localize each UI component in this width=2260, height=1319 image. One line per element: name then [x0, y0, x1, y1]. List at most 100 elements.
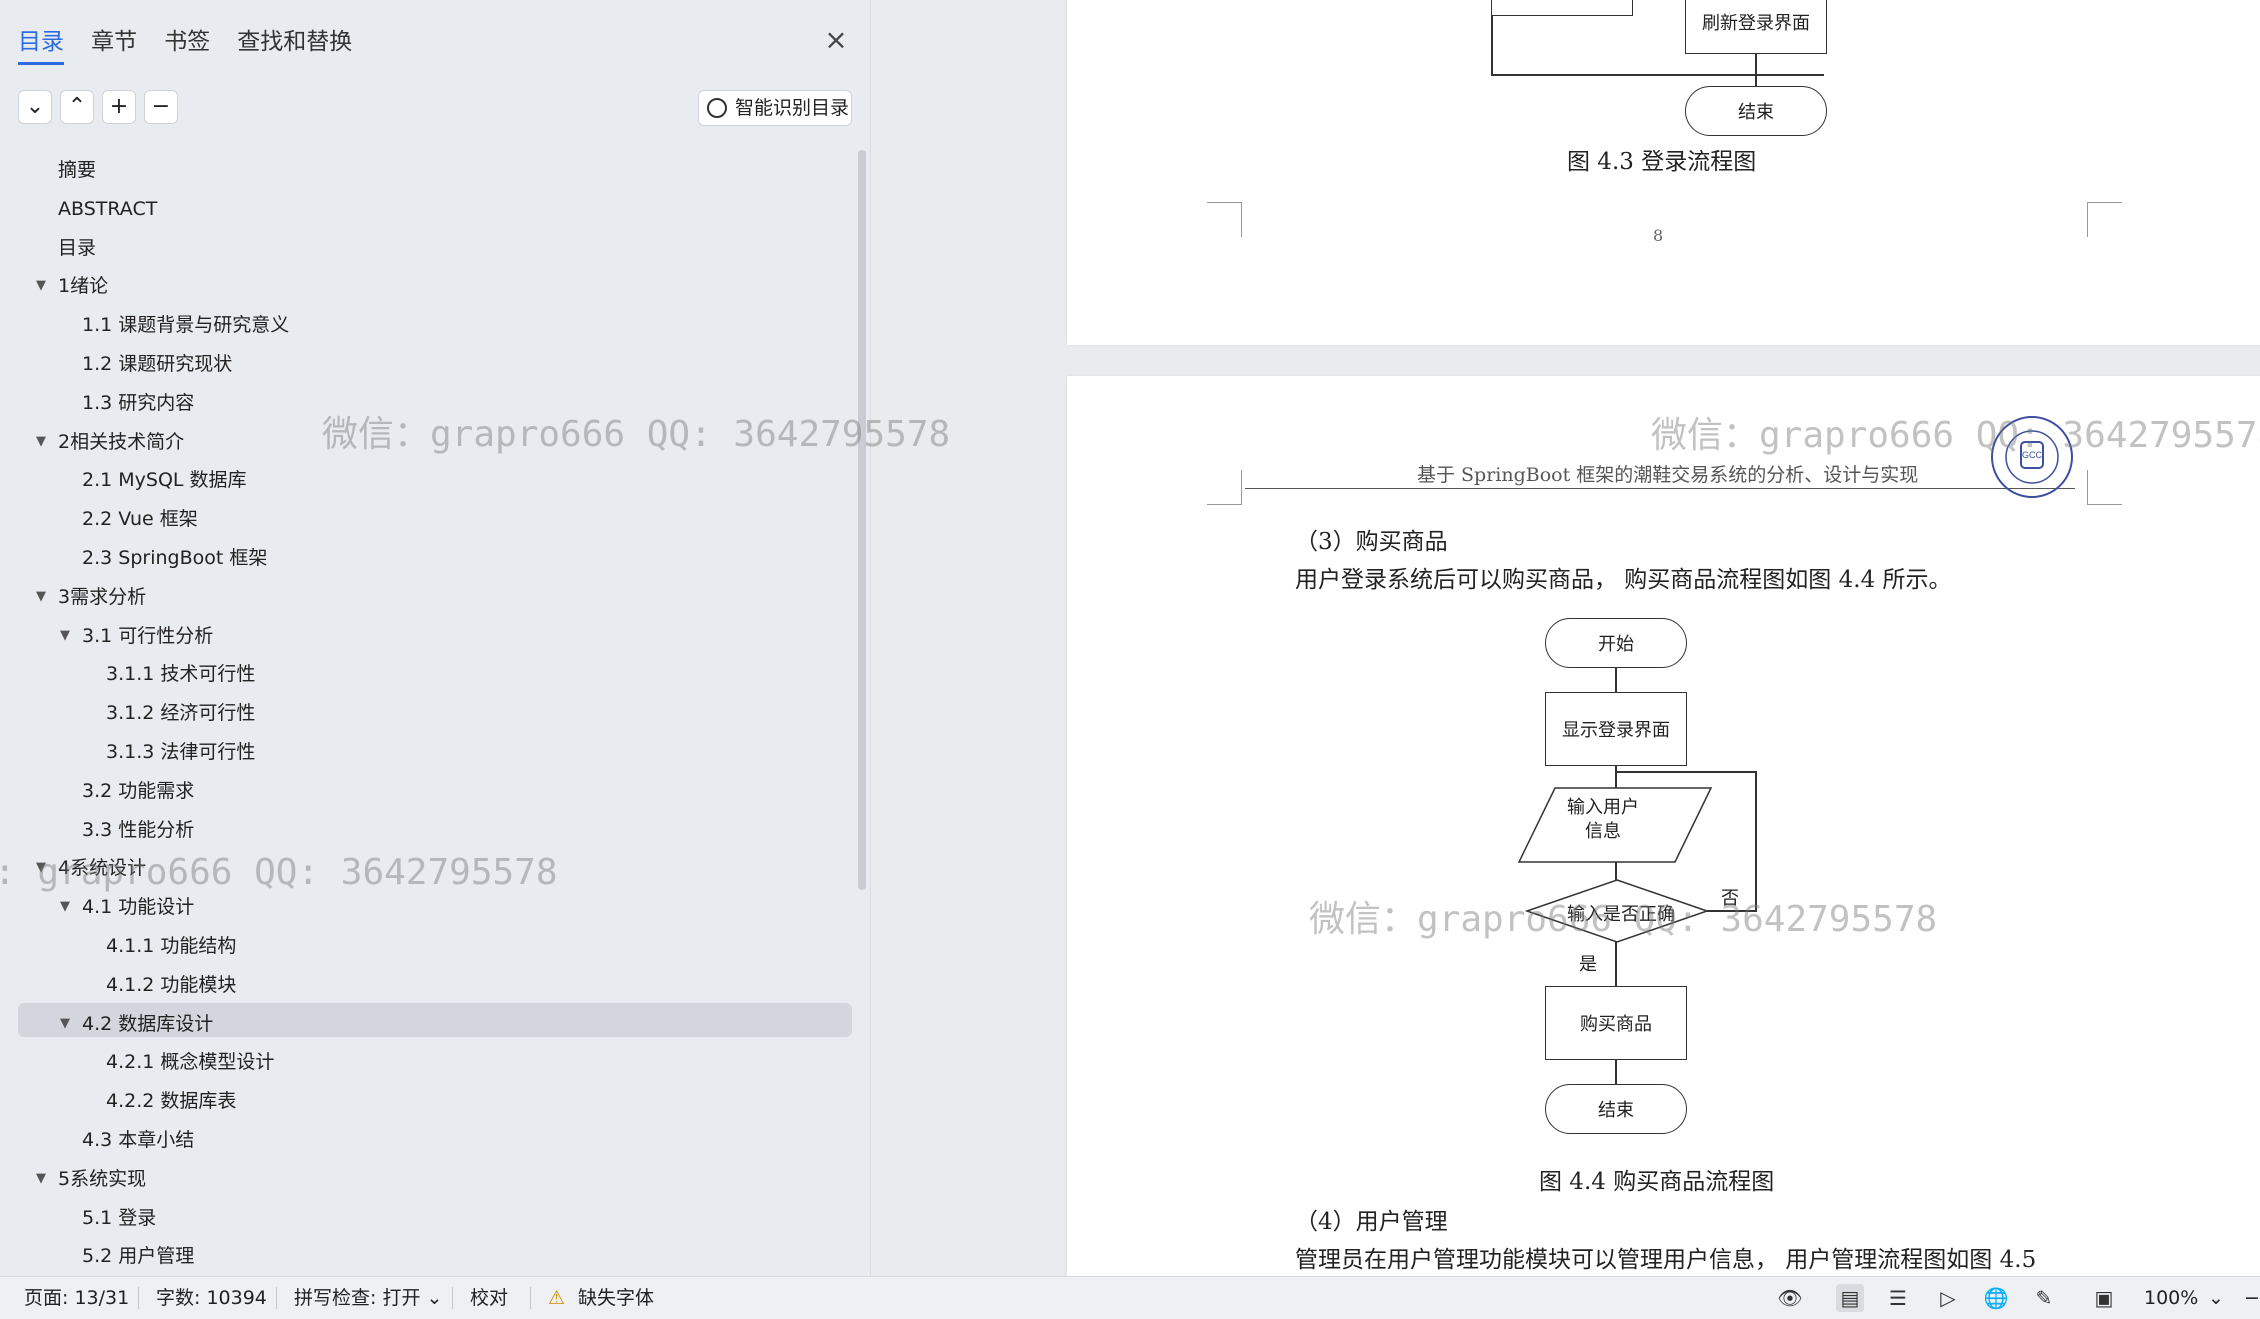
navigation-panel: 目录 章节 书签 查找和替换 × ⌄ ⌃ + − 智能识别目录 摘要 ABSTRA… [0, 0, 950, 1276]
page-view-icon[interactable]: ▤ [1836, 1284, 1864, 1312]
expand-caret-icon[interactable]: ▼ [36, 425, 46, 459]
toc-item[interactable]: 目录 [58, 231, 96, 265]
smart-toc-label: 智能识别目录 [735, 97, 850, 119]
tab-toc[interactable]: 目录 [18, 22, 64, 65]
page-corner-mark [2087, 470, 2122, 505]
toc-item[interactable]: 1.3 研究内容 [82, 386, 194, 420]
flow-line [1615, 1060, 1617, 1084]
toc-item[interactable]: ▼ 3.1 可行性分析 [60, 619, 213, 653]
expand-caret-icon[interactable]: ▼ [36, 851, 46, 885]
toc-item[interactable]: 3.1.1 技术可行性 [106, 657, 255, 691]
expand-caret-icon[interactable]: ▼ [60, 890, 70, 924]
toc-item[interactable]: ▼ 4.1 功能设计 [60, 890, 195, 924]
eye-icon[interactable]: 👁 [1776, 1284, 1804, 1312]
flow-line [1755, 74, 1757, 86]
toc-item-label: 4.3 本章小结 [82, 1129, 195, 1151]
toc-item[interactable]: 2.2 Vue 框架 [82, 502, 198, 536]
toc-item[interactable]: 3.3 性能分析 [82, 813, 194, 847]
page-corner-mark [1207, 202, 1242, 237]
flow-end: 结束 [1685, 86, 1827, 136]
tab-chapters[interactable]: 章节 [91, 22, 137, 62]
expand-caret-icon[interactable]: ▼ [60, 1007, 70, 1041]
expand-caret-icon[interactable]: ▼ [36, 1162, 46, 1196]
expand-caret-icon[interactable]: ▼ [36, 580, 46, 614]
word-count[interactable]: 字数: 10394 [156, 1285, 267, 1311]
page-indicator[interactable]: 页面: 13/31 [24, 1285, 129, 1311]
flow-box-refresh: 刷新登录界面 [1685, 0, 1827, 54]
flow-line [1615, 771, 1757, 773]
fit-page-icon[interactable]: ▣ [2090, 1284, 2118, 1312]
remove-heading-icon[interactable]: − [144, 90, 178, 124]
smart-toc-button[interactable]: 智能识别目录 [698, 90, 852, 126]
zoom-out-icon[interactable]: − [2244, 1285, 2260, 1311]
toc-item[interactable]: 1.1 课题背景与研究意义 [82, 308, 289, 342]
chevron-down-icon[interactable]: ⌄ [2208, 1285, 2224, 1311]
toc-item-label: 4.1.1 功能结构 [106, 935, 237, 957]
smart-recognize-icon [707, 98, 727, 118]
toc-item[interactable]: 5.2 用户管理 [82, 1239, 194, 1273]
tab-find-replace[interactable]: 查找和替换 [237, 22, 352, 62]
outline-view-icon[interactable]: ☰ [1884, 1284, 1912, 1312]
page-number: 8 [1653, 226, 1664, 245]
page-corner-mark [2087, 202, 2122, 237]
toc-item[interactable]: ▼ 2相关技术简介 [36, 425, 184, 459]
toc-item[interactable]: ABSTRACT [58, 192, 157, 226]
proofread-button[interactable]: 校对 [470, 1285, 508, 1311]
toc-item[interactable]: 1.2 课题研究现状 [82, 347, 232, 381]
spell-check-toggle[interactable]: 拼写检查: 打开 ⌄ [294, 1285, 442, 1311]
toc-item[interactable]: 2.3 SpringBoot 框架 [82, 541, 267, 575]
chevron-down-icon: ⌄ [426, 1287, 443, 1309]
toc-item[interactable]: 5.1 登录 [82, 1201, 156, 1235]
toc-item[interactable]: 4.2.1 概念模型设计 [106, 1045, 274, 1079]
tab-bookmarks[interactable]: 书签 [164, 22, 210, 62]
toc-item[interactable]: 3.1.3 法律可行性 [106, 735, 255, 769]
toc-item-label: 1.2 课题研究现状 [82, 353, 233, 375]
flow-line [1755, 771, 1757, 911]
document-area[interactable]: 刷新登录界面 结束 图 4.3 登录流程图 8 基于 SpringBoot 框架… [871, 0, 2260, 1276]
play-icon[interactable]: ▷ [1934, 1284, 1962, 1312]
toc-item[interactable]: 4.3 本章小结 [82, 1123, 194, 1157]
toc-item-label: 3.2 功能需求 [82, 779, 195, 802]
section-heading: （4）用户管理 [1295, 1209, 1448, 1235]
flow-box-buy: 购买商品 [1545, 986, 1687, 1060]
missing-font-button[interactable]: 缺失字体 [578, 1285, 654, 1311]
globe-icon[interactable]: 🌐 [1982, 1284, 2010, 1312]
toc-item[interactable]: ▼ 4.2 数据库设计 [60, 1007, 214, 1041]
toc-item[interactable]: ▼ 3需求分析 [36, 580, 146, 614]
svg-text:GCC: GCC [2022, 450, 2043, 460]
toc-item-label: 1.1 课题背景与研究意义 [82, 314, 290, 337]
toc-item-label: 4.1 功能设计 [82, 896, 195, 919]
toc-item[interactable]: 3.1.2 经济可行性 [106, 696, 255, 730]
toc-scrollbar[interactable] [858, 150, 866, 890]
nav-tabs: 目录 章节 书签 查找和替换 [18, 22, 374, 65]
toc-item[interactable]: 4.1.1 功能结构 [106, 929, 236, 963]
toc-item[interactable]: 4.2.2 数据库表 [106, 1084, 236, 1118]
flow-end: 结束 [1545, 1084, 1687, 1134]
document-page: 刷新登录界面 结束 图 4.3 登录流程图 8 [1067, 0, 2260, 345]
collapse-up-icon[interactable]: ⌃ [60, 90, 94, 124]
flow-yes-label: 是 [1579, 954, 1597, 975]
pen-icon[interactable]: ✎ [2030, 1284, 2058, 1312]
toc-item[interactable]: 4.1.2 功能模块 [106, 968, 236, 1002]
toc-item-label: 1绪论 [58, 275, 109, 298]
toc-item[interactable]: 3.2 功能需求 [82, 774, 194, 808]
flow-line [1707, 910, 1757, 912]
toc-item[interactable]: ▼ 1绪论 [36, 269, 109, 303]
expand-caret-icon[interactable]: ▼ [60, 619, 70, 653]
flow-decision-label: 输入是否正确 [1567, 904, 1675, 925]
toc-item[interactable]: 摘要 [58, 153, 96, 187]
toc-item-label: 4.2 数据库设计 [82, 1012, 214, 1035]
toc-item[interactable]: ▼ 5系统实现 [36, 1162, 146, 1196]
zoom-level[interactable]: 100% [2144, 1285, 2198, 1311]
flow-input-label: 输入用户 信息 [1567, 797, 1639, 842]
expand-down-icon[interactable]: ⌄ [18, 90, 52, 124]
close-icon[interactable]: × [822, 26, 850, 54]
toc-item-label: ABSTRACT [58, 197, 158, 220]
toc-item-label: 3.1.2 经济可行性 [106, 702, 256, 725]
add-heading-icon[interactable]: + [102, 90, 136, 124]
divider [138, 1287, 139, 1309]
toc-item-label: 4系统设计 [58, 857, 147, 880]
toc-item[interactable]: 2.1 MySQL 数据库 [82, 463, 247, 497]
toc-item-selected[interactable]: ▼ 4系统设计 [36, 851, 147, 885]
expand-caret-icon[interactable]: ▼ [36, 269, 46, 303]
